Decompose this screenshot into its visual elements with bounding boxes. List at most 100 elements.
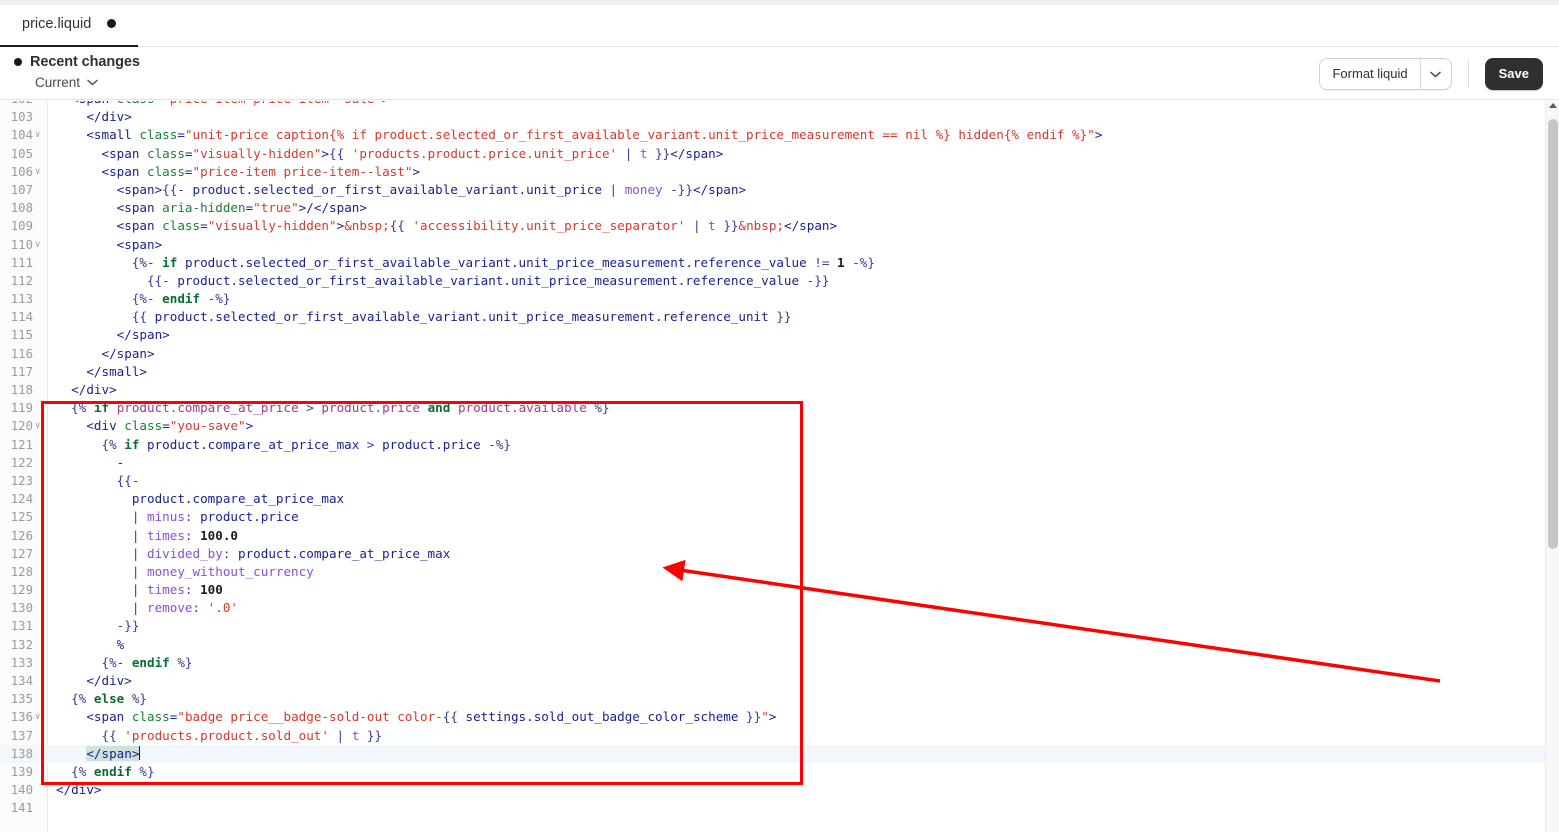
code-line[interactable]: 126 | times: 100.0 xyxy=(0,527,1545,545)
code-line-content[interactable]: | money_without_currency xyxy=(56,563,1545,581)
format-liquid-split-button[interactable]: Format liquid xyxy=(1319,57,1452,90)
code-line-content[interactable]: {% endif %} xyxy=(56,763,1545,781)
code-line[interactable]: 133 {%- endif %} xyxy=(0,654,1545,672)
code-token: class xyxy=(162,218,201,234)
code-line-content[interactable]: <span class="badge price__badge-sold-out… xyxy=(56,708,1545,726)
code-line-content[interactable]: | remove: '.0' xyxy=(56,599,1545,617)
code-line-content[interactable]: {{ 'products.product.sold_out' | t }} xyxy=(56,727,1545,745)
code-line[interactable]: 137 {{ 'products.product.sold_out' | t }… xyxy=(0,727,1545,745)
code-line-content[interactable]: - xyxy=(56,454,1545,472)
code-line-content[interactable]: {{ product.selected_or_first_available_v… xyxy=(56,308,1545,326)
code-line[interactable]: 130 | remove: '.0' xyxy=(0,599,1545,617)
scroll-up-arrow-icon[interactable] xyxy=(1549,103,1557,108)
scrollbar-thumb[interactable] xyxy=(1548,119,1558,549)
code-token: remove xyxy=(147,600,193,616)
code-line-content[interactable]: <span class="price-item price-item--sale… xyxy=(56,101,1545,108)
code-line-content[interactable]: </div> xyxy=(56,781,1545,799)
fold-chevron-down-icon[interactable]: ∨ xyxy=(35,126,45,144)
code-line-content[interactable]: {% if product.compare_at_price > product… xyxy=(56,399,1545,417)
code-line[interactable]: 102 <span class="price-item price-item--… xyxy=(0,101,1545,108)
code-line[interactable]: 134 </div> xyxy=(0,672,1545,690)
code-line[interactable]: 128 | money_without_currency xyxy=(0,563,1545,581)
code-line-content[interactable]: </span> xyxy=(56,345,1545,363)
code-line-content[interactable]: {% if product.compare_at_price_max > pro… xyxy=(56,436,1545,454)
format-liquid-button[interactable]: Format liquid xyxy=(1320,59,1419,89)
code-line[interactable]: 109 <span class="visually-hidden">&nbsp;… xyxy=(0,217,1545,235)
code-line[interactable]: 112 {{- product.selected_or_first_availa… xyxy=(0,272,1545,290)
code-line-content[interactable]: {{- product.selected_or_first_available_… xyxy=(56,272,1545,290)
code-line-content[interactable]: <span> xyxy=(56,236,1545,254)
code-line-content[interactable]: % xyxy=(56,636,1545,654)
code-line-content[interactable]: {%- if product.selected_or_first_availab… xyxy=(56,254,1545,272)
code-line[interactable]: 124 product.compare_at_price_max xyxy=(0,490,1545,508)
code-line[interactable]: 114 {{ product.selected_or_first_availab… xyxy=(0,308,1545,326)
tab-price-liquid[interactable]: price.liquid xyxy=(0,0,139,48)
code-line[interactable]: 138 </span> xyxy=(0,744,1545,763)
code-line-content[interactable]: </div> xyxy=(56,381,1545,399)
code-line[interactable]: 136 ∨ <span class="badge price__badge-sol… xyxy=(0,708,1545,726)
fold-chevron-down-icon[interactable]: ∨ xyxy=(35,417,45,435)
code-line-content[interactable]: <span class="price-item price-item--last… xyxy=(56,163,1545,181)
code-line[interactable]: 139 {% endif %} xyxy=(0,763,1545,781)
code-line[interactable]: 104 ∨ <small class="unit-price caption{% … xyxy=(0,126,1545,144)
code-line-content[interactable]: | minus: product.price xyxy=(56,508,1545,526)
code-line-content[interactable]: </small> xyxy=(56,363,1545,381)
code-line-content[interactable]: </span> xyxy=(56,326,1545,344)
code-line-content[interactable]: </div> xyxy=(56,108,1545,126)
code-line-content[interactable]: {{- xyxy=(56,472,1545,490)
code-line[interactable]: 110 ∨ <span> xyxy=(0,236,1545,254)
code-line[interactable]: 131 -}} xyxy=(0,617,1545,635)
code-line-content[interactable]: <span class="visually-hidden">&nbsp;{{ '… xyxy=(56,217,1545,235)
code-rows[interactable]: 102 <span class="price-item price-item--… xyxy=(0,101,1545,818)
code-line[interactable]: 127 | divided_by: product.compare_at_pri… xyxy=(0,545,1545,563)
code-area[interactable]: 102 <span class="price-item price-item--… xyxy=(0,101,1545,832)
code-line[interactable]: 125 | minus: product.price xyxy=(0,508,1545,526)
code-line[interactable]: 108 <span aria-hidden="true">/</span> xyxy=(0,199,1545,217)
code-line[interactable]: 107 <span>{{- product.selected_or_first_… xyxy=(0,181,1545,199)
code-line-content[interactable]: <small class="unit-price caption{% if pr… xyxy=(56,126,1545,144)
code-line-content[interactable]: <span class="visually-hidden">{{ 'produc… xyxy=(56,145,1545,163)
code-line[interactable]: 106 ∨ <span class="price-item price-item-… xyxy=(0,163,1545,181)
code-line[interactable]: 120 ∨ <div class="you-save"> xyxy=(0,417,1545,435)
code-line[interactable]: 135 {% else %} xyxy=(0,690,1545,708)
code-line-content[interactable]: product.compare_at_price_max xyxy=(56,490,1545,508)
code-line[interactable]: 105 <span class="visually-hidden">{{ 'pr… xyxy=(0,145,1545,163)
code-line[interactable]: 115 </span> xyxy=(0,326,1545,344)
code-line-content[interactable]: -}} xyxy=(56,617,1545,635)
fold-chevron-down-icon[interactable]: ∨ xyxy=(35,163,45,181)
code-line[interactable]: 129 | times: 100 xyxy=(0,581,1545,599)
fold-chevron-down-icon[interactable]: ∨ xyxy=(35,236,45,254)
code-line-content[interactable]: {% else %} xyxy=(56,690,1545,708)
code-line[interactable]: 122 - xyxy=(0,454,1545,472)
code-line[interactable]: 121 {% if product.compare_at_price_max >… xyxy=(0,436,1545,454)
code-line[interactable]: 119 {% if product.compare_at_price > pro… xyxy=(0,399,1545,417)
code-line[interactable]: 103 </div> xyxy=(0,108,1545,126)
format-liquid-dropdown-button[interactable] xyxy=(1421,59,1451,89)
version-selector[interactable]: Current xyxy=(35,73,140,91)
code-line-content[interactable]: {%- endif %} xyxy=(56,654,1545,672)
code-line[interactable]: 113 {%- endif -%} xyxy=(0,290,1545,308)
code-line[interactable]: 140 </div> xyxy=(0,781,1545,799)
save-button[interactable]: Save xyxy=(1484,57,1543,90)
code-line-content[interactable]: <div class="you-save"> xyxy=(56,417,1545,435)
code-line-content[interactable]: </span> xyxy=(56,745,1545,763)
code-line[interactable]: 111 {%- if product.selected_or_first_ava… xyxy=(0,254,1545,272)
code-line-content[interactable]: </div> xyxy=(56,672,1545,690)
code-line-content[interactable]: | times: 100.0 xyxy=(56,527,1545,545)
code-line[interactable]: 116 </span> xyxy=(0,345,1545,363)
code-line-content[interactable]: | divided_by: product.compare_at_price_m… xyxy=(56,545,1545,563)
code-line[interactable]: 123 {{- xyxy=(0,472,1545,490)
code-editor[interactable]: 102 <span class="price-item price-item--… xyxy=(0,101,1559,832)
code-line-content[interactable]: | times: 100 xyxy=(56,581,1545,599)
line-number: 102 xyxy=(0,101,33,108)
code-line[interactable]: 117 </small> xyxy=(0,363,1545,381)
code-line-content[interactable]: <span>{{- product.selected_or_first_avai… xyxy=(56,181,1545,199)
code-line-content[interactable]: <span aria-hidden="true">/</span> xyxy=(56,199,1545,217)
code-line[interactable]: 141 xyxy=(0,799,1545,817)
code-line[interactable]: 132 % xyxy=(0,636,1545,654)
fold-chevron-down-icon[interactable]: ∨ xyxy=(35,708,45,726)
vertical-scrollbar[interactable] xyxy=(1545,101,1559,832)
code-line-content[interactable]: {%- endif -%} xyxy=(56,290,1545,308)
code-line[interactable]: 118 </div> xyxy=(0,381,1545,399)
